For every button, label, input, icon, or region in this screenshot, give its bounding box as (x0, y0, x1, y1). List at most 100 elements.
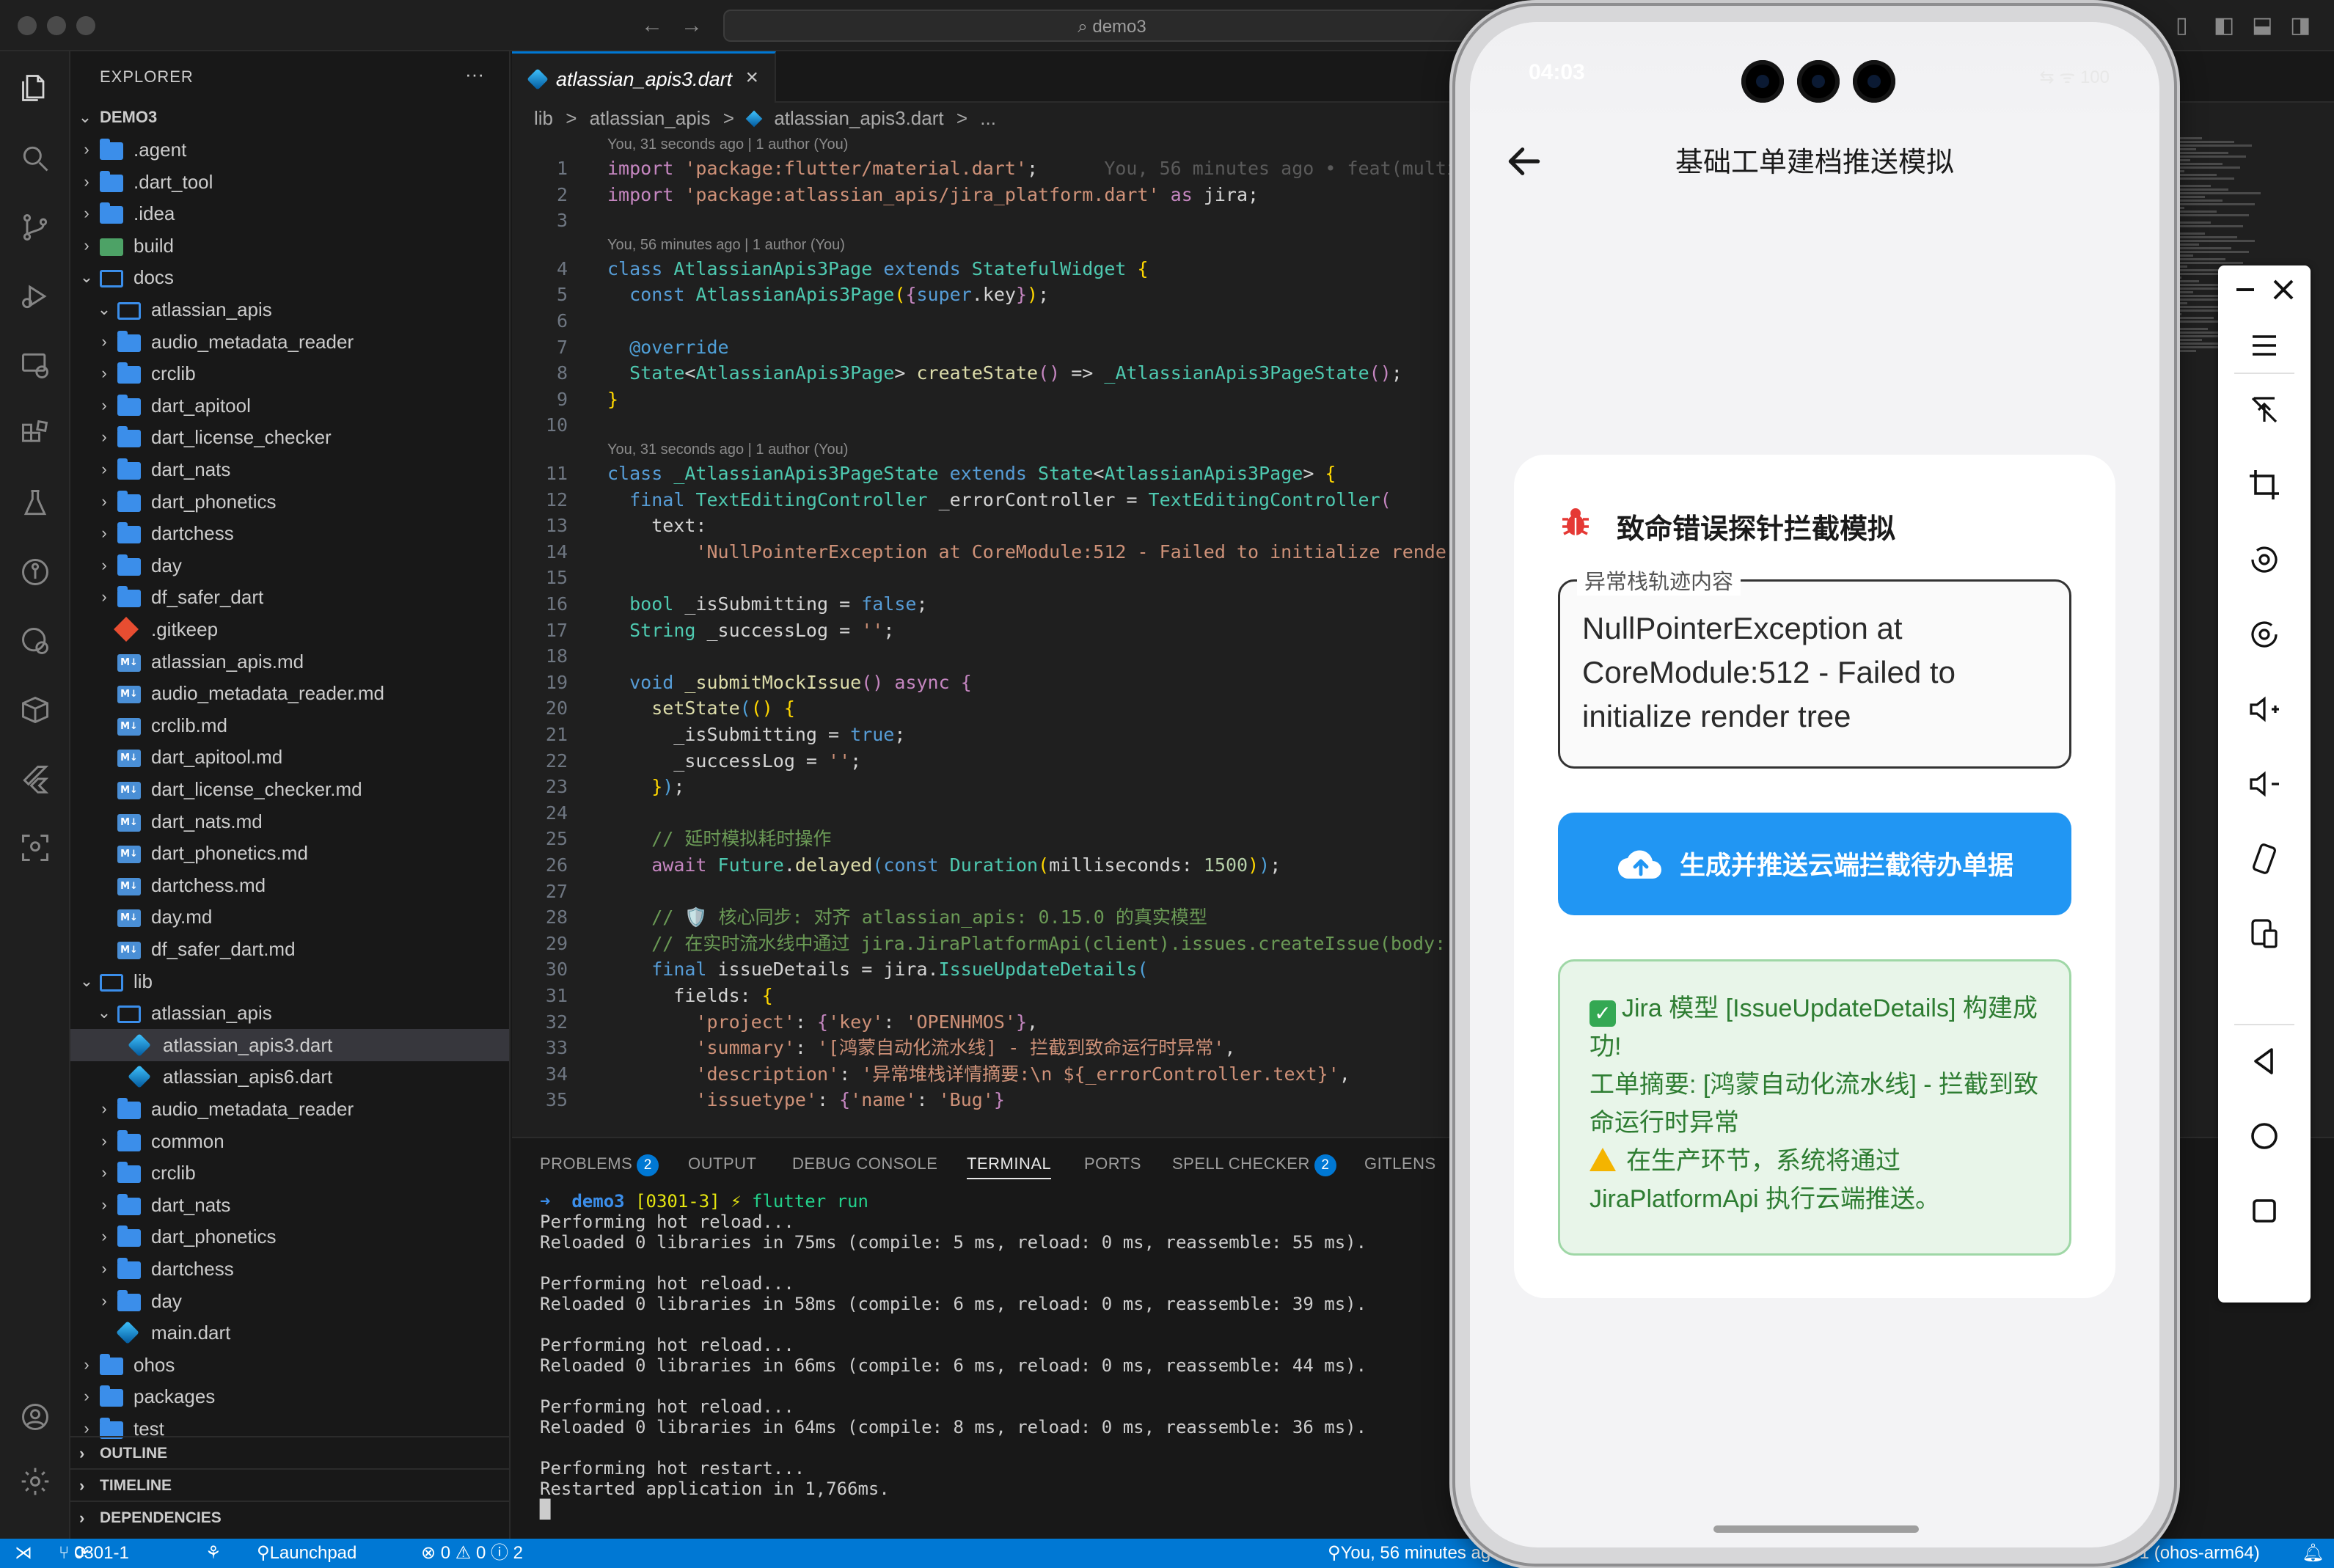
tree-item[interactable]: › crclib (70, 357, 509, 389)
generate-push-button[interactable]: 生成并推送云端拦截待办单据 (1558, 813, 2071, 915)
tree-item[interactable]: M↓ df_safer_dart.md (70, 933, 509, 965)
nav-recents-icon[interactable] (2245, 1191, 2284, 1231)
tree-item[interactable]: M↓ dart_nats.md (70, 805, 509, 838)
more-actions-icon[interactable]: ··· (465, 63, 484, 86)
tree-item[interactable]: › common (70, 1125, 509, 1157)
tree-item[interactable]: .gitkeep (70, 613, 509, 645)
panel-tab[interactable]: SPELL CHECKER 2 (1172, 1154, 1336, 1176)
breadcrumb-item[interactable]: atlassian_apis3.dart (774, 107, 943, 129)
extensions-icon[interactable] (18, 417, 53, 452)
remote-icon[interactable]: ⋊ (15, 1539, 32, 1568)
tree-item[interactable]: › build (70, 230, 509, 262)
stack-trace-field[interactable]: NullPointerException at CoreModule:512 -… (1558, 579, 2071, 769)
blame-indicator[interactable]: ⚲ You, 56 minutes ag (1328, 1539, 1490, 1568)
tree-item[interactable]: › dart_apitool (70, 389, 509, 422)
tree-item[interactable]: › audio_metadata_reader (70, 1093, 509, 1125)
problems-indicator[interactable]: ⊗ 0 ⚠ 0 ⓘ 2 (421, 1539, 523, 1568)
back-arrow-icon[interactable]: ← (641, 15, 663, 37)
panel-tab[interactable]: OUTPUT (688, 1154, 756, 1173)
rotate-icon[interactable] (2245, 540, 2284, 579)
tree-item[interactable]: atlassian_apis3.dart (70, 1028, 509, 1061)
breadcrumb-item[interactable]: lib (534, 107, 553, 129)
tree-item[interactable]: M↓ day.md (70, 901, 509, 933)
tree-item[interactable]: atlassian_apis6.dart (70, 1060, 509, 1093)
tree-item[interactable]: › dartchess (70, 517, 509, 549)
tree-item[interactable]: M↓ crclib.md (70, 709, 509, 741)
close-icon[interactable] (2264, 270, 2303, 309)
window-close-button[interactable] (18, 16, 37, 35)
volume-up-icon[interactable] (2245, 689, 2284, 729)
explorer-icon[interactable] (18, 70, 53, 106)
tree-item[interactable]: › dartchess (70, 1253, 509, 1285)
tree-item[interactable]: M↓ dart_phonetics.md (70, 837, 509, 869)
tree-item[interactable]: › day (70, 549, 509, 582)
toggle-secondary-sidebar-icon[interactable]: ◨ (2290, 15, 2311, 37)
crop-icon[interactable] (2245, 465, 2284, 505)
panel-tab[interactable]: GITLENS (1364, 1154, 1436, 1173)
tree-item[interactable]: › dart_nats (70, 453, 509, 486)
breadcrumb-item[interactable]: ... (980, 107, 996, 129)
menu-icon[interactable] (2245, 326, 2284, 365)
account-icon[interactable] (18, 1399, 53, 1435)
tree-item[interactable]: ⌄ docs (70, 261, 509, 293)
tree-item[interactable]: › day (70, 1285, 509, 1317)
home-indicator[interactable] (1713, 1525, 1919, 1533)
outline-section[interactable]: › OUTLINE (70, 1436, 509, 1468)
source-control-icon[interactable] (18, 210, 53, 245)
multi-device-icon[interactable] (2245, 914, 2284, 953)
panel-tab[interactable]: DEBUG CONSOLE (792, 1154, 937, 1173)
window-zoom-button[interactable] (76, 16, 95, 35)
tree-item[interactable]: › dart_phonetics (70, 1220, 509, 1253)
screenshot-icon[interactable] (2245, 615, 2284, 654)
tree-item[interactable]: › .dart_tool (70, 166, 509, 198)
git-graph-icon[interactable] (18, 554, 53, 590)
nav-back-icon[interactable] (2245, 1041, 2284, 1081)
search-icon[interactable] (18, 141, 53, 176)
tree-item[interactable]: M↓ dart_apitool.md (70, 741, 509, 773)
branch-indicator[interactable]: ⑂ 0301-1 ⟳ (59, 1539, 129, 1568)
tree-item[interactable]: M↓ dart_license_checker.md (70, 773, 509, 805)
window-minimize-button[interactable] (47, 16, 66, 35)
notifications-bell-icon[interactable]: 🔔︎ (2302, 1539, 2324, 1568)
rotate-device-icon[interactable] (2245, 839, 2284, 879)
tree-item[interactable]: › .idea (70, 197, 509, 230)
panel-tab[interactable]: TERMINAL (967, 1154, 1052, 1179)
tree-item[interactable]: › crclib (70, 1157, 509, 1189)
tree-item[interactable]: › packages (70, 1380, 509, 1413)
tree-item[interactable]: ⌄ lib (70, 965, 509, 997)
tree-item[interactable]: › audio_metadata_reader (70, 326, 509, 358)
command-center-search[interactable]: ⌕ demo3 (723, 10, 1501, 42)
no-pin-icon[interactable] (2245, 390, 2284, 430)
dependencies-section[interactable]: › DEPENDENCIES (70, 1501, 509, 1533)
breadcrumb-item[interactable]: atlassian_apis (590, 107, 711, 129)
settings-gear-icon[interactable] (18, 1464, 53, 1499)
tree-item[interactable]: › ohos (70, 1349, 509, 1381)
sync-icon[interactable]: ⚘ (205, 1539, 222, 1568)
testing-icon[interactable] (18, 486, 53, 521)
remote-explorer-icon[interactable] (18, 348, 53, 383)
tree-item[interactable]: M↓ audio_metadata_reader.md (70, 677, 509, 709)
volume-down-icon[interactable] (2245, 764, 2284, 804)
toggle-sidebar-icon[interactable]: ◧ (2214, 15, 2234, 37)
run-debug-icon[interactable] (18, 279, 53, 314)
tree-item[interactable]: › dart_phonetics (70, 486, 509, 518)
timeline-section[interactable]: › TIMELINE (70, 1468, 509, 1501)
layout-panel-icon[interactable]: ▯ (2176, 15, 2188, 37)
panel-tab[interactable]: PORTS (1084, 1154, 1141, 1173)
close-icon[interactable]: × (745, 65, 758, 90)
tree-item[interactable]: ⌄ atlassian_apis (70, 997, 509, 1029)
terminal-output[interactable]: Performing hot reload... Reloaded 0 libr… (540, 1212, 1367, 1520)
minimize-icon[interactable] (2225, 270, 2265, 309)
tree-item[interactable]: M↓ dartchess.md (70, 869, 509, 901)
tree-item[interactable]: › dart_nats (70, 1189, 509, 1221)
tree-item[interactable]: › dart_license_checker (70, 421, 509, 453)
package-icon[interactable] (18, 692, 53, 728)
tree-item[interactable]: main.dart (70, 1316, 509, 1349)
tab-atlassian-apis3[interactable]: atlassian_apis3.dart × (512, 51, 776, 103)
flutter-icon[interactable] (18, 761, 53, 796)
scan-icon[interactable] (18, 830, 53, 865)
launchpad-item[interactable]: ⚲ Launchpad (257, 1539, 356, 1568)
tree-item[interactable]: › .agent (70, 133, 509, 166)
tree-item[interactable]: M↓ atlassian_apis.md (70, 645, 509, 678)
nav-home-icon[interactable] (2245, 1116, 2284, 1156)
